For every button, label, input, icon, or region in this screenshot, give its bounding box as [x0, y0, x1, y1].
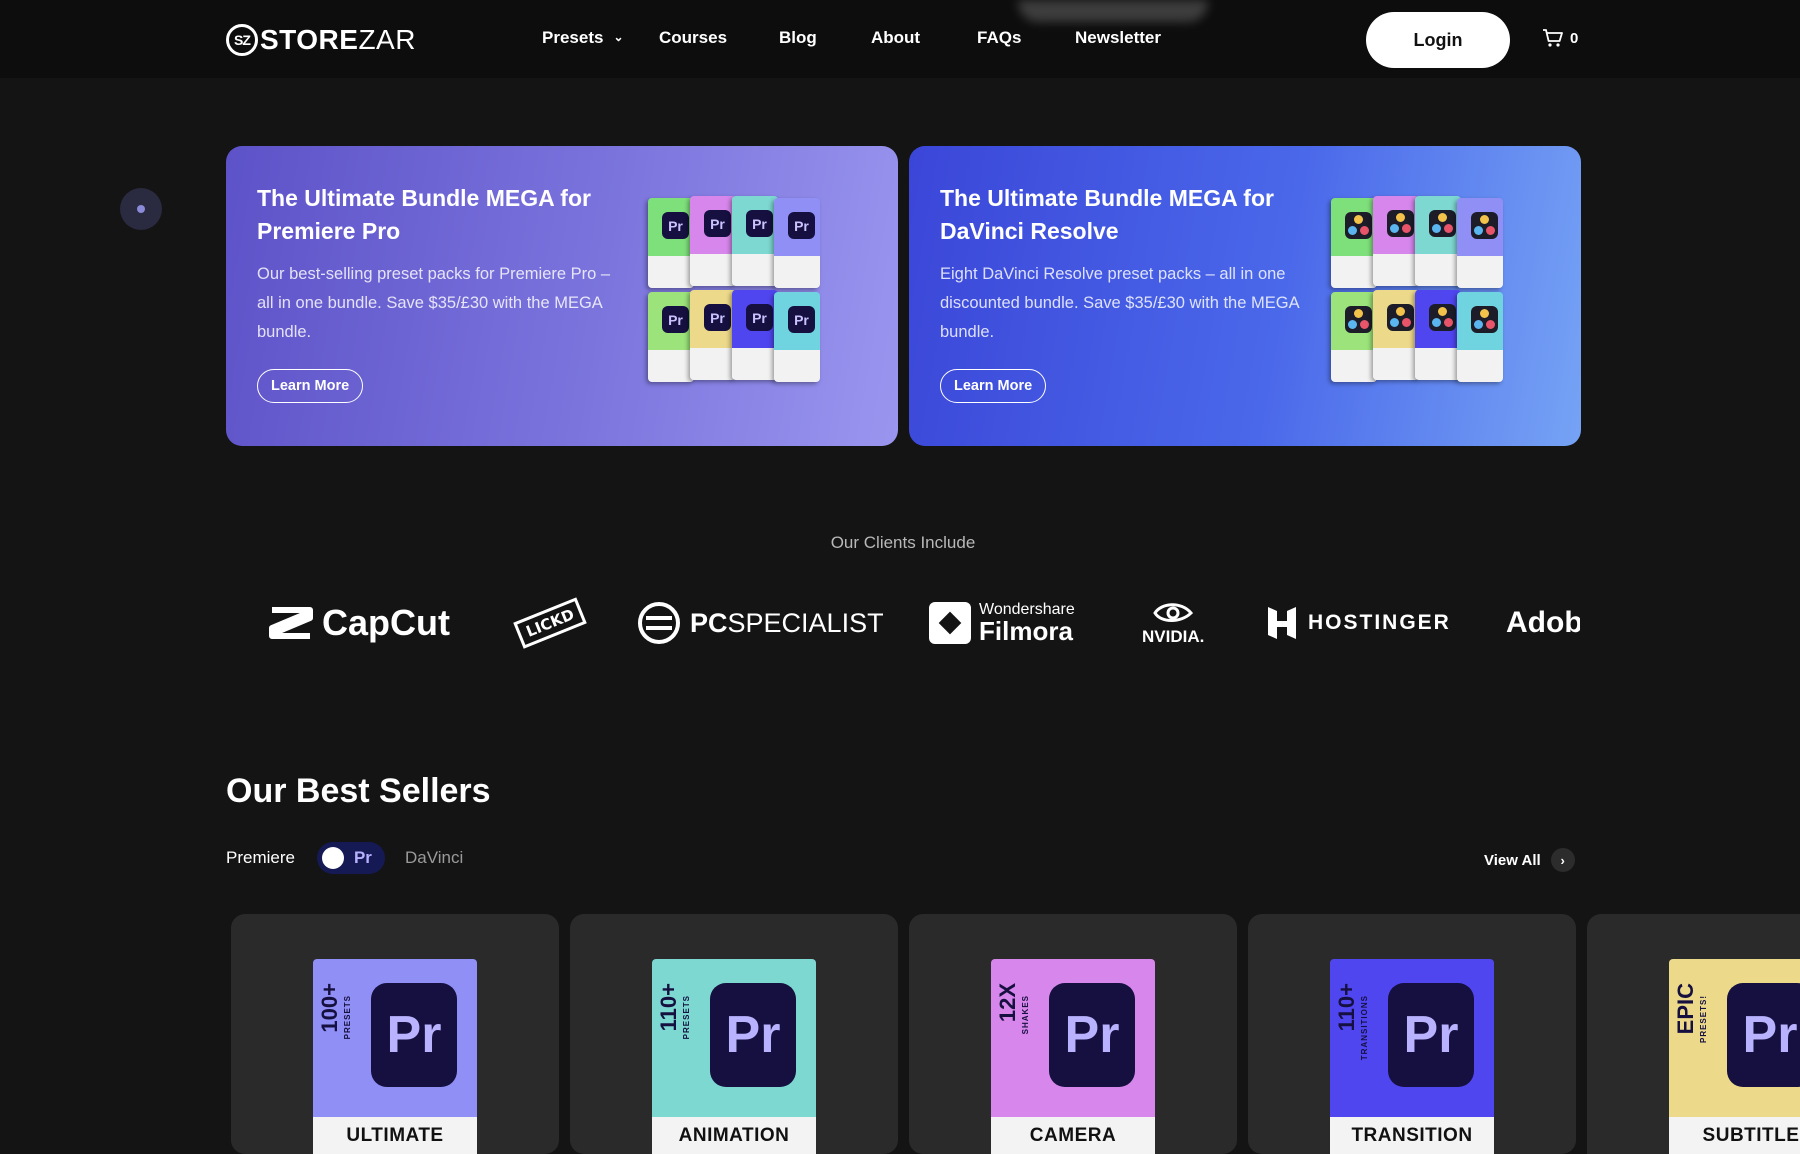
hostinger-logo: HOSTINGER [1266, 588, 1451, 658]
bundle-box: Pr [648, 292, 694, 382]
davinci-icon [1471, 212, 1498, 239]
bundle-box: Pr [732, 290, 778, 380]
banner-premiere-bundle[interactable]: The Ultimate Bundle MEGA for Premiere Pr… [226, 146, 898, 446]
capcut-icon [269, 607, 313, 639]
chevron-down-icon: ⌄ [613, 30, 624, 44]
banner-title: The Ultimate Bundle MEGA for Premiere Pr… [257, 185, 591, 244]
bundle-box [1457, 198, 1503, 288]
product-card[interactable]: EPIC PRESETS! Pr SUBTITLE [1587, 914, 1800, 1154]
client-logos-strip: CapCut LICKD PC SPECIALIST Wondershare Fi… [226, 588, 1580, 658]
premiere-pro-icon: Pr [1049, 983, 1135, 1087]
hostinger-icon [1268, 607, 1296, 639]
premiere-pro-icon: Pr [710, 983, 796, 1087]
pcspecialist-icon [638, 602, 680, 644]
nvidia-logo: NVIDIA. [1142, 588, 1204, 658]
product-card[interactable]: 100+ PRESETS Pr ULTIMATE [231, 914, 559, 1154]
product-box-image: 100+ PRESETS Pr ULTIMATE [313, 959, 477, 1154]
pcspecialist-logo: PC SPECIALIST [636, 588, 884, 658]
bundle-box: Pr [732, 196, 778, 286]
bundle-box [1373, 196, 1419, 286]
platform-toggle: Premiere Pr DaVinci [226, 842, 463, 874]
bundle-box [1457, 292, 1503, 382]
davinci-icon [1471, 306, 1498, 333]
product-box-image: EPIC PRESETS! Pr SUBTITLE [1669, 959, 1800, 1154]
logo-text-bold: STORE [260, 24, 359, 55]
davinci-icon [1387, 304, 1414, 331]
banner-title: The Ultimate Bundle MEGA for DaVinci Res… [940, 185, 1274, 244]
premiere-pro-icon: Pr [353, 848, 372, 867]
nvidia-icon [1153, 603, 1194, 622]
davinci-icon [1429, 304, 1456, 331]
platform-switch[interactable]: Pr [316, 842, 385, 874]
nav-newsletter[interactable]: Newsletter [1075, 28, 1161, 48]
clients-heading: Our Clients Include [830, 533, 976, 552]
product-card[interactable]: 110+ TRANSITIONS Pr TRANSITION [1248, 914, 1576, 1154]
bundle-box: Pr [774, 198, 820, 288]
learn-more-button[interactable]: Learn More [257, 369, 364, 403]
best-sellers-heading: Our Best Sellers [226, 772, 491, 810]
premiere-bundle-boxes: Pr Pr Pr Pr Pr Pr Pr Pr [648, 196, 854, 388]
bundle-box [1415, 196, 1461, 286]
toggle-label-davinci[interactable]: DaVinci [405, 848, 463, 868]
dot-icon [137, 205, 145, 213]
product-card[interactable]: 110+ PRESETS Pr ANIMATION [570, 914, 898, 1154]
lickd-logo: LICKD [513, 588, 587, 658]
learn-more-button[interactable]: Learn More [940, 369, 1047, 403]
logo-text-light: ZAR [358, 24, 416, 55]
product-card[interactable]: 12X SHAKES Pr CAMERA [909, 914, 1237, 1154]
storezar-logo[interactable]: SZ STORE ZAR [226, 22, 416, 58]
login-button[interactable]: Login [1366, 12, 1510, 68]
banner-description: Our best-selling preset packs for Premie… [257, 265, 611, 341]
nav-highlight-glow [1018, 0, 1208, 22]
davinci-icon [1345, 212, 1372, 239]
davinci-icon [1345, 306, 1372, 333]
top-navigation-bar: SZ STORE ZAR Presets ⌄ Courses Blog About … [0, 0, 1800, 78]
bundle-box [1415, 290, 1461, 380]
filmora-icon [929, 602, 971, 644]
nav-faqs[interactable]: FAQs [977, 28, 1021, 48]
cart-icon [1543, 29, 1563, 47]
bundle-box [1331, 292, 1377, 382]
floating-dot-button[interactable] [120, 188, 162, 230]
premiere-pro-icon: Pr [1727, 983, 1800, 1087]
view-all-link[interactable]: View All › [1484, 848, 1575, 872]
logo-mark-icon: SZ [226, 24, 258, 56]
switch-knob [321, 847, 344, 869]
chevron-right-icon: › [1550, 848, 1575, 872]
product-box-image: 110+ PRESETS Pr ANIMATION [652, 959, 816, 1154]
davinci-icon [1387, 210, 1414, 237]
banner-davinci-bundle[interactable]: The Ultimate Bundle MEGA for DaVinci Res… [909, 146, 1581, 446]
nav-courses[interactable]: Courses [659, 28, 727, 48]
filmora-logo: Wondershare Filmora [929, 588, 1075, 658]
bundle-box: Pr [690, 290, 736, 380]
nav-presets[interactable]: Presets ⌄ [542, 28, 624, 48]
banner-description: Eight DaVinci Resolve preset packs – all… [940, 265, 1299, 341]
bundle-box [1331, 198, 1377, 288]
bundle-box: Pr [774, 292, 820, 382]
davinci-icon [1429, 210, 1456, 237]
adobe-logo: Adobe [1506, 606, 1580, 639]
nav-blog[interactable]: Blog [779, 28, 817, 48]
capcut-logo: CapCut [268, 588, 450, 658]
premiere-pro-icon: Pr [1388, 983, 1474, 1087]
premiere-pro-icon: Pr [371, 983, 457, 1087]
cart-count: 0 [1570, 29, 1579, 47]
bundle-box [1373, 290, 1419, 380]
bundle-box: Pr [648, 198, 694, 288]
cart-button[interactable]: 0 [1542, 28, 1578, 48]
product-box-image: 110+ TRANSITIONS Pr TRANSITION [1330, 959, 1494, 1154]
davinci-bundle-boxes [1331, 196, 1537, 388]
nav-about[interactable]: About [871, 28, 920, 48]
product-box-image: 12X SHAKES Pr CAMERA [991, 959, 1155, 1154]
bundle-box: Pr [690, 196, 736, 286]
toggle-label-premiere[interactable]: Premiere [226, 848, 295, 868]
